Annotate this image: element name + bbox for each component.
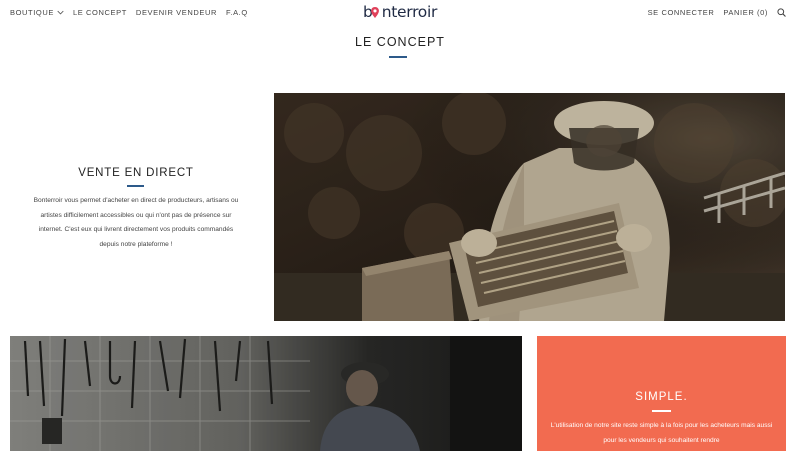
section-simple-body: L'utilisation de notre site reste simple… bbox=[550, 422, 773, 444]
site-logo[interactable]: bonterroir bbox=[363, 3, 437, 23]
simple-card: SIMPLE. L'utilisation de notre site rest… bbox=[537, 336, 786, 451]
site-header: BOUTIQUE LE CONCEPT DEVENIR VENDEUR F.A.… bbox=[0, 0, 800, 26]
login-link[interactable]: SE CONNECTER bbox=[648, 8, 715, 17]
section-direct-body: Bonterroir vous permet d'acheter en dire… bbox=[33, 197, 239, 248]
account-nav: SE CONNECTER PANIER (0) bbox=[648, 8, 786, 17]
beekeeper-photo bbox=[274, 93, 785, 321]
nav-faq[interactable]: F.A.Q bbox=[226, 8, 248, 17]
chevron-down-icon bbox=[57, 10, 64, 15]
nav-boutique-label: BOUTIQUE bbox=[10, 8, 54, 17]
section-simple-divider bbox=[652, 410, 671, 412]
page-title: LE CONCEPT bbox=[355, 35, 445, 49]
nav-le-concept[interactable]: LE CONCEPT bbox=[73, 8, 127, 17]
workshop-photo bbox=[10, 336, 522, 451]
nav-devenir-vendeur[interactable]: DEVENIR VENDEUR bbox=[136, 8, 217, 17]
main-nav: BOUTIQUE LE CONCEPT DEVENIR VENDEUR F.A.… bbox=[10, 8, 248, 17]
section-direct-heading: VENTE EN DIRECT bbox=[78, 167, 194, 179]
section-simple-heading: SIMPLE. bbox=[635, 391, 688, 403]
location-pin-icon bbox=[371, 7, 379, 18]
cart-link[interactable]: PANIER (0) bbox=[723, 8, 768, 17]
section-direct-divider bbox=[127, 185, 144, 187]
nav-boutique[interactable]: BOUTIQUE bbox=[10, 8, 64, 17]
search-icon[interactable] bbox=[777, 8, 786, 17]
title-divider bbox=[389, 56, 407, 58]
